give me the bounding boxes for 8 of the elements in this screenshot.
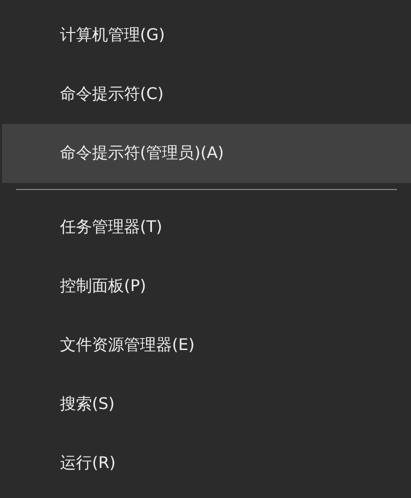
menu-item[interactable]: 命令提示符(管理员)(A) [2,124,411,183]
menu-item[interactable]: 命令提示符(C) [2,65,411,124]
menu-item[interactable]: 搜索(S) [2,375,411,434]
menu-item[interactable]: 控制面板(P) [2,257,411,316]
menu-item[interactable]: 文件资源管理器(E) [2,316,411,375]
menu-item[interactable]: 任务管理器(T) [2,198,411,257]
menu-item[interactable]: 运行(R) [2,434,411,493]
menu-item[interactable]: 计算机管理(G) [2,6,411,65]
